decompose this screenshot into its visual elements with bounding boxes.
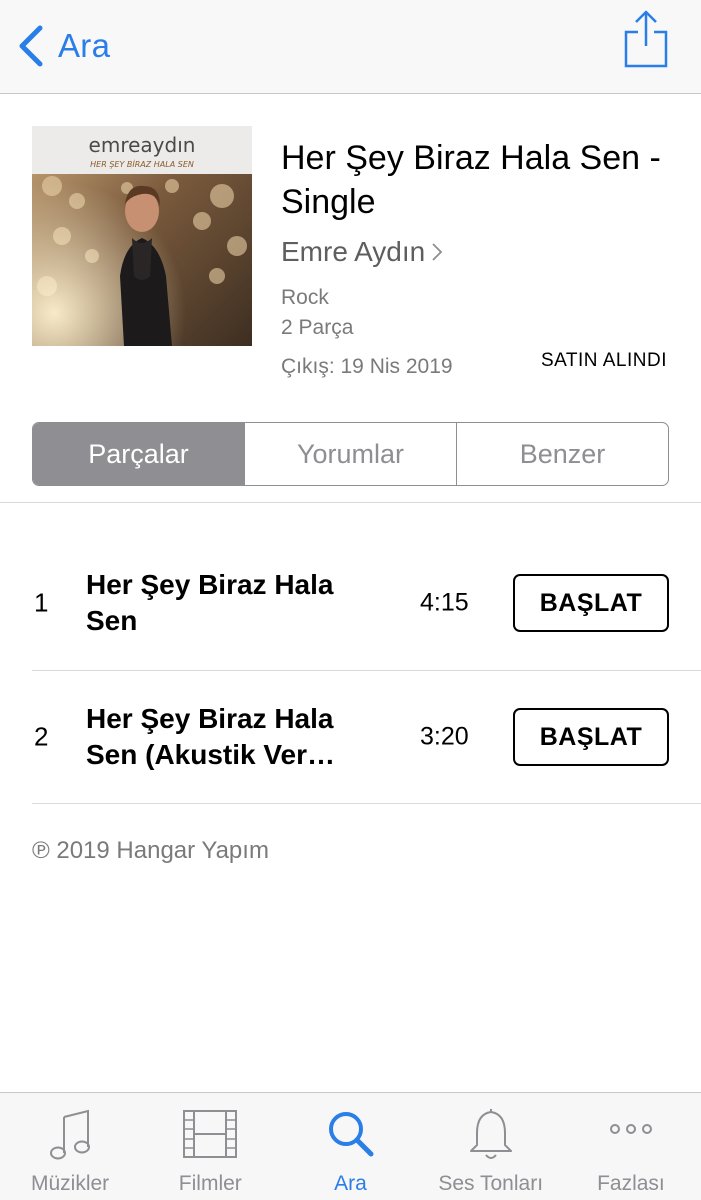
- section-divider: [0, 502, 701, 503]
- film-icon: [183, 1110, 238, 1158]
- track-title: Her Şey Biraz Hala Sen (Akustik Ver…: [86, 703, 335, 770]
- tabbar-label: Müzikler: [31, 1172, 110, 1195]
- track-duration: 4:15: [420, 588, 469, 617]
- track-number: 1: [34, 587, 49, 618]
- tabbar-item-tones[interactable]: Ses Tonları: [421, 1093, 561, 1200]
- album-track-count: 2 Parça: [281, 316, 354, 339]
- artist-link[interactable]: Emre Aydın: [281, 236, 443, 268]
- track-row[interactable]: 2 Her Şey Biraz Hala Sen (Akustik Ver… 3…: [0, 670, 701, 804]
- tabbar-item-music[interactable]: Müzikler: [0, 1093, 140, 1200]
- tab-reviews[interactable]: Yorumlar: [244, 423, 456, 485]
- album-title: Her Şey Biraz Hala Sen - Single: [281, 139, 661, 221]
- tab-tracks[interactable]: Parçalar: [33, 423, 244, 485]
- music-note-icon: [50, 1109, 91, 1160]
- tab-bar: Müzikler Filmler Ara Ses Tonları Fazlası: [0, 1092, 701, 1200]
- back-button[interactable]: Ara: [16, 22, 110, 70]
- row-divider: [32, 803, 701, 804]
- copyright-text: ℗ 2019 Hangar Yapım: [32, 837, 269, 864]
- chevron-left-icon: [19, 25, 43, 67]
- more-icon: [609, 1124, 652, 1134]
- album-art-subtitle: HER ŞEY BİRAZ HALA SEN: [90, 159, 194, 169]
- track-title: Her Şey Biraz Hala Sen: [86, 569, 334, 636]
- segmented-control: Parçalar Yorumlar Benzer: [32, 422, 669, 486]
- tabbar-item-search[interactable]: Ara: [280, 1093, 420, 1200]
- tab-related[interactable]: Benzer: [456, 423, 668, 485]
- tabbar-item-films[interactable]: Filmler: [140, 1093, 280, 1200]
- tabbar-label: Filmler: [178, 1172, 242, 1195]
- tabbar-label: Ses Tonları: [438, 1172, 544, 1195]
- track-row[interactable]: 1 Her Şey Biraz Hala Sen 4:15 BAŞLAT: [0, 536, 701, 670]
- play-button[interactable]: BAŞLAT: [513, 574, 669, 632]
- album-artwork: emreaydın HER ŞEY BİRAZ HALA SEN: [32, 126, 252, 346]
- album-art-logo: emreaydın: [89, 133, 196, 157]
- share-icon[interactable]: [622, 8, 670, 70]
- tabbar-item-more[interactable]: Fazlası: [561, 1093, 701, 1200]
- tabbar-label: Ara: [334, 1172, 367, 1195]
- album-release-date: Çıkış: 19 Nis 2019: [281, 355, 453, 378]
- play-button[interactable]: BAŞLAT: [513, 708, 669, 766]
- album-genre: Rock: [281, 286, 329, 309]
- navigation-bar: Ara: [0, 0, 701, 94]
- back-button-label: Ara: [58, 27, 111, 64]
- tabbar-label: Fazlası: [597, 1172, 665, 1195]
- artist-name: Emre Aydın: [281, 236, 426, 267]
- track-number: 2: [34, 721, 49, 752]
- purchase-status: SATIN ALINDI: [540, 350, 667, 371]
- chevron-right-icon: [432, 243, 443, 261]
- search-icon: [328, 1112, 373, 1157]
- bell-icon: [469, 1109, 512, 1159]
- track-duration: 3:20: [420, 722, 469, 751]
